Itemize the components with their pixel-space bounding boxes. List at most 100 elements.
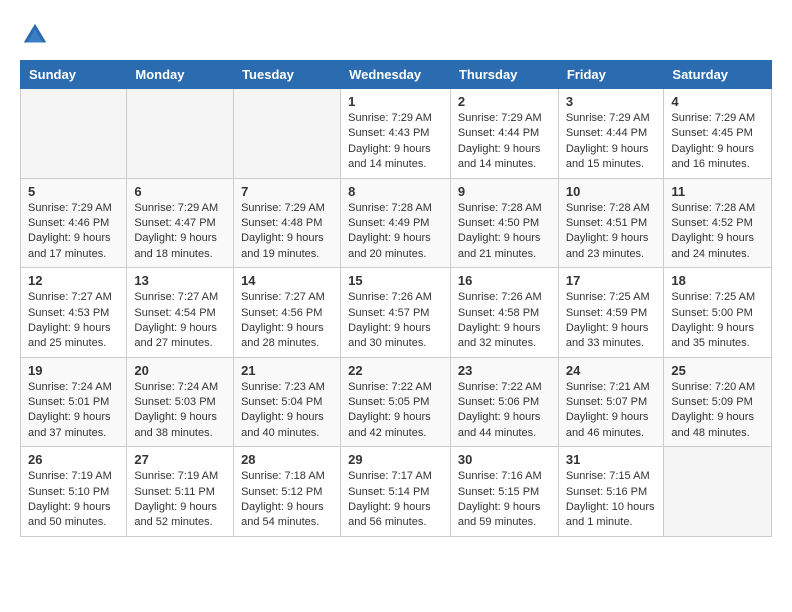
day-content: Sunrise: 7:29 AMSunset: 4:44 PMDaylight:… [458,111,551,173]
calendar-cell [664,447,772,537]
day-content: Sunrise: 7:26 AMSunset: 4:57 PMDaylight:… [348,290,443,352]
calendar-cell [234,89,341,179]
day-content: Sunrise: 7:22 AMSunset: 5:06 PMDaylight:… [458,380,551,442]
calendar-cell: 5Sunrise: 7:29 AMSunset: 4:46 PMDaylight… [21,178,127,268]
day-content: Sunrise: 7:20 AMSunset: 5:09 PMDaylight:… [671,380,764,442]
weekday-header-friday: Friday [558,61,664,89]
calendar-cell: 6Sunrise: 7:29 AMSunset: 4:47 PMDaylight… [127,178,234,268]
day-number: 9 [458,184,551,199]
day-content: Sunrise: 7:29 AMSunset: 4:47 PMDaylight:… [134,201,226,263]
calendar-cell: 17 Sunrise: 7:25 AMSunset: 4:59 PMDayligh… [558,268,664,358]
calendar-cell: 11Sunrise: 7:28 AMSunset: 4:52 PMDayligh… [664,178,772,268]
calendar-cell [21,89,127,179]
day-number: 13 [134,273,226,288]
day-number: 24 [566,363,657,378]
calendar-cell: 8 Sunrise: 7:28 AMSunset: 4:49 PMDaylight… [341,178,451,268]
calendar-cell: 2 Sunrise: 7:29 AMSunset: 4:44 PMDaylight… [450,89,558,179]
calendar-cell: 14 Sunrise: 7:27 AMSunset: 4:56 PMDayligh… [234,268,341,358]
day-number: 3 [566,94,657,109]
calendar-cell: 21 Sunrise: 7:23 AMSunset: 5:04 PMDayligh… [234,357,341,447]
day-number: 14 [241,273,333,288]
day-content: Sunrise: 7:28 AMSunset: 4:49 PMDaylight:… [348,201,443,263]
day-content: Sunrise: 7:28 AMSunset: 4:52 PMDaylight:… [671,201,764,263]
day-number: 22 [348,363,443,378]
day-content: Sunrise: 7:19 AMSunset: 5:10 PMDaylight:… [28,469,119,531]
calendar-cell: 18 Sunrise: 7:25 AMSunset: 5:00 PMDayligh… [664,268,772,358]
day-content: Sunrise: 7:25 AMSunset: 5:00 PMDaylight:… [671,290,764,352]
weekday-header-monday: Monday [127,61,234,89]
day-content: Sunrise: 7:27 AMSunset: 4:53 PMDaylight:… [28,290,119,352]
day-number: 12 [28,273,119,288]
calendar-cell: 12 Sunrise: 7:27 AMSunset: 4:53 PMDayligh… [21,268,127,358]
week-row-1: 1Sunrise: 7:29 AMSunset: 4:43 PMDaylight… [21,89,772,179]
day-number: 5 [28,184,119,199]
day-number: 23 [458,363,551,378]
calendar-cell: 7Sunrise: 7:29 AMSunset: 4:48 PMDaylight… [234,178,341,268]
week-row-5: 26 Sunrise: 7:19 AMSunset: 5:10 PMDayligh… [21,447,772,537]
day-content: Sunrise: 7:21 AMSunset: 5:07 PMDaylight:… [566,380,657,442]
day-number: 27 [134,452,226,467]
calendar-cell: 22 Sunrise: 7:22 AMSunset: 5:05 PMDayligh… [341,357,451,447]
day-content: Sunrise: 7:25 AMSunset: 4:59 PMDaylight:… [566,290,657,352]
calendar-cell: 1Sunrise: 7:29 AMSunset: 4:43 PMDaylight… [341,89,451,179]
calendar-cell: 19 Sunrise: 7:24 AMSunset: 5:01 PMDayligh… [21,357,127,447]
day-number: 26 [28,452,119,467]
page-header [20,20,772,50]
day-number: 30 [458,452,551,467]
day-number: 29 [348,452,443,467]
day-number: 19 [28,363,119,378]
day-number: 8 [348,184,443,199]
day-number: 4 [671,94,764,109]
calendar-cell: 23 Sunrise: 7:22 AMSunset: 5:06 PMDayligh… [450,357,558,447]
day-content: Sunrise: 7:29 AMSunset: 4:45 PMDaylight:… [671,111,764,173]
calendar-header: SundayMondayTuesdayWednesdayThursdayFrid… [21,61,772,89]
day-number: 18 [671,273,764,288]
logo-icon [20,20,50,50]
week-row-3: 12 Sunrise: 7:27 AMSunset: 4:53 PMDayligh… [21,268,772,358]
calendar-cell: 10Sunrise: 7:28 AMSunset: 4:51 PMDayligh… [558,178,664,268]
day-number: 20 [134,363,226,378]
calendar-cell: 3Sunrise: 7:29 AMSunset: 4:44 PMDaylight… [558,89,664,179]
weekday-header-row: SundayMondayTuesdayWednesdayThursdayFrid… [21,61,772,89]
calendar-cell: 13 Sunrise: 7:27 AMSunset: 4:54 PMDayligh… [127,268,234,358]
calendar-table: SundayMondayTuesdayWednesdayThursdayFrid… [20,60,772,537]
weekday-header-thursday: Thursday [450,61,558,89]
weekday-header-tuesday: Tuesday [234,61,341,89]
day-content: Sunrise: 7:26 AMSunset: 4:58 PMDaylight:… [458,290,551,352]
day-content: Sunrise: 7:22 AMSunset: 5:05 PMDaylight:… [348,380,443,442]
calendar-cell: 20Sunrise: 7:24 AMSunset: 5:03 PMDayligh… [127,357,234,447]
day-number: 17 [566,273,657,288]
day-number: 21 [241,363,333,378]
day-number: 16 [458,273,551,288]
day-content: Sunrise: 7:19 AMSunset: 5:11 PMDaylight:… [134,469,226,531]
calendar-body: 1Sunrise: 7:29 AMSunset: 4:43 PMDaylight… [21,89,772,537]
day-content: Sunrise: 7:16 AMSunset: 5:15 PMDaylight:… [458,469,551,531]
day-content: Sunrise: 7:23 AMSunset: 5:04 PMDaylight:… [241,380,333,442]
calendar-cell: 28Sunrise: 7:18 AMSunset: 5:12 PMDayligh… [234,447,341,537]
day-number: 2 [458,94,551,109]
calendar-cell: 4 Sunrise: 7:29 AMSunset: 4:45 PMDaylight… [664,89,772,179]
calendar-cell: 15 Sunrise: 7:26 AMSunset: 4:57 PMDayligh… [341,268,451,358]
calendar-cell: 24 Sunrise: 7:21 AMSunset: 5:07 PMDayligh… [558,357,664,447]
calendar-cell: 16 Sunrise: 7:26 AMSunset: 4:58 PMDayligh… [450,268,558,358]
day-number: 31 [566,452,657,467]
day-number: 15 [348,273,443,288]
day-content: Sunrise: 7:17 AMSunset: 5:14 PMDaylight:… [348,469,443,531]
day-content: Sunrise: 7:28 AMSunset: 4:50 PMDaylight:… [458,201,551,263]
day-content: Sunrise: 7:29 AMSunset: 4:43 PMDaylight:… [348,111,443,173]
calendar-cell [127,89,234,179]
calendar-cell: 30 Sunrise: 7:16 AMSunset: 5:15 PMDayligh… [450,447,558,537]
day-number: 10 [566,184,657,199]
calendar-cell: 31 Sunrise: 7:15 AMSunset: 5:16 PMDayligh… [558,447,664,537]
day-content: Sunrise: 7:24 AMSunset: 5:01 PMDaylight:… [28,380,119,442]
weekday-header-sunday: Sunday [21,61,127,89]
logo [20,20,54,50]
calendar-cell: 9 Sunrise: 7:28 AMSunset: 4:50 PMDaylight… [450,178,558,268]
week-row-4: 19 Sunrise: 7:24 AMSunset: 5:01 PMDayligh… [21,357,772,447]
week-row-2: 5Sunrise: 7:29 AMSunset: 4:46 PMDaylight… [21,178,772,268]
weekday-header-saturday: Saturday [664,61,772,89]
day-content: Sunrise: 7:27 AMSunset: 4:56 PMDaylight:… [241,290,333,352]
day-content: Sunrise: 7:27 AMSunset: 4:54 PMDaylight:… [134,290,226,352]
day-content: Sunrise: 7:15 AMSunset: 5:16 PMDaylight:… [566,469,657,531]
day-number: 28 [241,452,333,467]
